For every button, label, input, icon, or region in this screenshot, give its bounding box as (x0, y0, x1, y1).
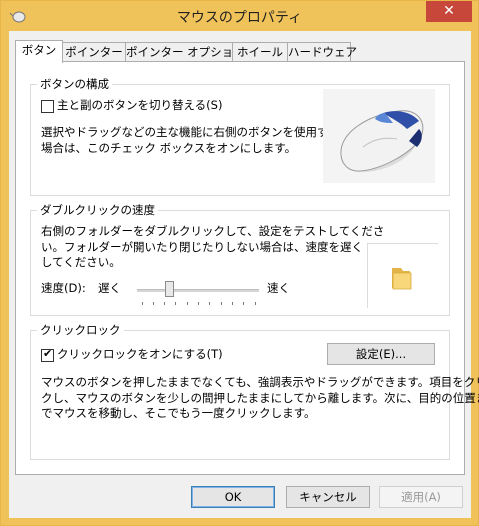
button-config-group: ボタンの構成 主と副のボタンを切り替える(S) 選択やドラッグなどの主な機能に右… (30, 76, 450, 196)
tab-buttons[interactable]: ボタン (15, 40, 63, 63)
slider-tick (175, 302, 176, 305)
ok-button[interactable]: OK (191, 486, 275, 508)
click-lock-settings-button[interactable]: 設定(E)... (327, 343, 435, 365)
tab-wheel[interactable]: ホイール (232, 42, 288, 62)
slider-tick (198, 302, 199, 305)
tab-pointer-options[interactable]: ポインター オプション (125, 42, 245, 62)
buttons-tab-panel: ボタンの構成 主と副のボタンを切り替える(S) 選択やドラッグなどの主な機能に右… (15, 61, 479, 475)
double-click-description-line: い。フォルダーが開いたり閉じたりしない場合は、速度を遅く (41, 239, 363, 254)
button-config-description-line: 選択やドラッグなどの主な機能に右側のボタンを使用する (41, 125, 340, 139)
double-click-description-line: 右側のフォルダーをダブルクリックして、設定をテストしてくださ (41, 224, 385, 238)
slider-tick (209, 302, 210, 305)
click-lock-description-line: でマウスを移動し、そこでもう一度クリックします。 (41, 406, 316, 420)
mouse-illustration (323, 89, 435, 183)
speed-label: 速度(D): (41, 281, 86, 295)
speed-slider[interactable] (137, 281, 259, 311)
slider-tick (243, 302, 244, 305)
swap-buttons-label[interactable]: 主と副のボタンを切り替える(S) (57, 98, 222, 113)
double-click-speed-group: ダブルクリックの速度 右側のフォルダーをダブルクリックして、設定をテストしてくだ… (30, 202, 450, 316)
check-mark-icon: ✔ (43, 347, 53, 360)
cancel-button[interactable]: キャンセル (286, 486, 370, 508)
button-config-description: 選択やドラッグなどの主な機能に右側のボタンを使用する 場合は、このチェック ボッ… (41, 125, 340, 156)
click-lock-checkbox[interactable]: ✔ (41, 347, 54, 362)
click-lock-description-line: クし、マウスのボタンを少しの間押したままにしてから離します。次に、目的の位置ま (41, 390, 479, 405)
slider-tick (164, 302, 165, 305)
title-bar[interactable]: マウスのプロパティ ✕ (1, 1, 478, 31)
folder-icon[interactable] (386, 262, 416, 292)
click-lock-label[interactable]: クリックロックをオンにする(T) (57, 347, 223, 362)
tab-hardware[interactable]: ハードウェア (287, 42, 357, 62)
double-click-title: ダブルクリックの速度 (37, 202, 158, 218)
speed-fast-label: 速く (267, 281, 290, 295)
slider-ticks (137, 302, 259, 306)
slider-tick (187, 302, 188, 305)
click-lock-description-line: マウスのボタンを押したままでなくても、強調表示やドラッグができます。項目をクリッ (41, 375, 479, 389)
double-click-description-line: してください。 (41, 255, 121, 269)
apply-button[interactable]: 適用(A) (379, 486, 463, 508)
click-lock-description: マウスのボタンを押したままでなくても、強調表示やドラッグができます。項目をクリッ… (41, 375, 479, 422)
double-click-description: 右側のフォルダーをダブルクリックして、設定をテストしてくださ い。フォルダーが開… (41, 224, 384, 271)
speed-slow-label: 遅く (98, 281, 121, 295)
dialog-client: ボタン ポインター ポインター オプション ホイール ハードウェア ボタンの構成… (9, 31, 479, 518)
click-lock-title: クリックロック (37, 322, 124, 338)
button-config-title: ボタンの構成 (37, 76, 112, 92)
button-config-description-line: 場合は、このチェック ボックスをオンにします。 (41, 140, 297, 155)
tab-pointers[interactable]: ポインター (62, 42, 126, 62)
swap-buttons-checkbox[interactable] (41, 100, 54, 113)
slider-tick (221, 302, 222, 305)
test-folder-area[interactable] (367, 243, 438, 308)
click-lock-group: クリックロック ✔ クリックロックをオンにする(T) 設定(E)... マウスの… (30, 322, 479, 460)
window-title: マウスのプロパティ (176, 10, 303, 26)
slider-tick (232, 302, 233, 305)
slider-track (137, 289, 259, 292)
close-icon[interactable]: ✕ (426, 1, 472, 22)
slider-tick (153, 302, 154, 305)
mouse-properties-window: マウスのプロパティ ✕ ボタン ポインター ポインター オプション ホイール ハ… (0, 0, 479, 526)
slider-thumb[interactable] (165, 281, 174, 297)
slider-tick (255, 302, 256, 305)
slider-tick (142, 302, 143, 305)
